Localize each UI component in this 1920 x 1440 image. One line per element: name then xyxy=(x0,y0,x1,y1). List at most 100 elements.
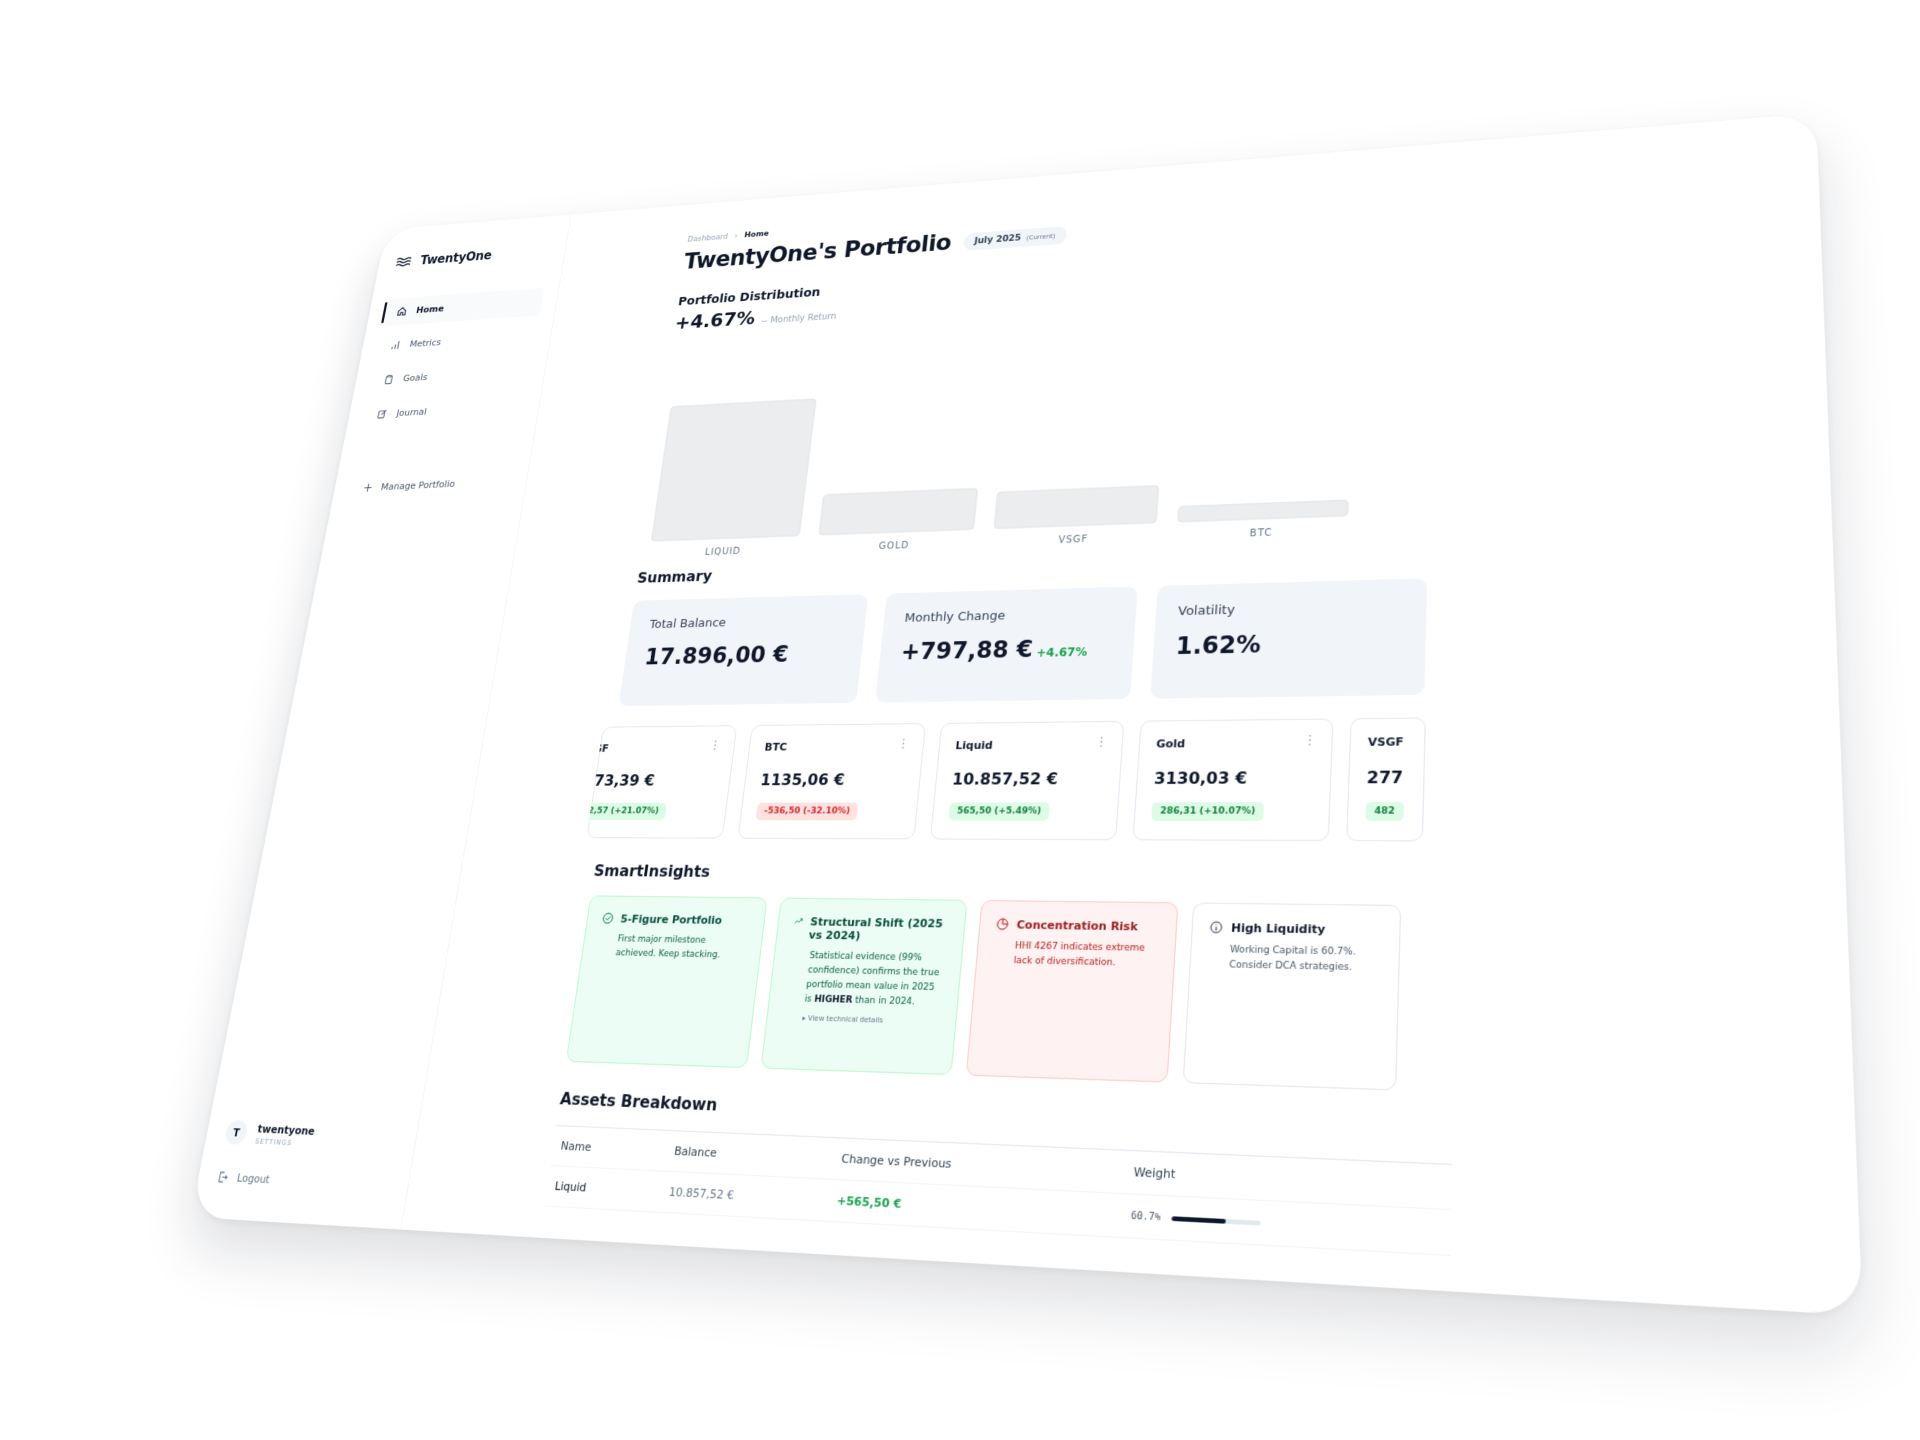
weight-bar-fill xyxy=(1171,1215,1226,1224)
view-details-toggle[interactable]: ▸ View technical details xyxy=(783,1013,940,1026)
edit-icon xyxy=(376,409,388,420)
trend-up-icon xyxy=(794,915,804,927)
row-name: Liquid xyxy=(553,1179,588,1195)
column-header[interactable]: Change vs Previous xyxy=(841,1152,1134,1180)
asset-card-liquid[interactable]: Liquid ⋮ 10.857,52 € 565,50 (+5.49%) xyxy=(929,720,1125,841)
insight-title: Concentration Risk xyxy=(1016,918,1139,934)
more-vertical-icon[interactable]: ⋮ xyxy=(708,739,722,753)
chart-tick-label: LIQUID xyxy=(704,546,741,558)
asset-change-badge: 286,31 (+10.07%) xyxy=(1151,802,1265,821)
insight-card-concentration: Concentration Risk HHI 4267 indicates ex… xyxy=(965,899,1179,1083)
row-change: +565,50 € xyxy=(836,1193,903,1212)
column-header[interactable]: Weight xyxy=(1133,1165,1461,1195)
main-content: Dashboard › Home TwentyOne's Portfolio J… xyxy=(401,113,1862,1316)
monthly-return-label: -- Monthly Return xyxy=(760,311,837,326)
pie-chart-icon xyxy=(996,918,1009,931)
plus-icon xyxy=(362,482,374,493)
bar-chart-icon xyxy=(389,340,401,351)
chart-bar-liquid[interactable] xyxy=(651,399,816,541)
user-settings[interactable]: T twentyone SETTINGS xyxy=(223,1119,402,1152)
user-settings-label: SETTINGS xyxy=(254,1136,293,1147)
asset-carousel[interactable]: VSGF 2773,39 € 482,57 (+21.07%) ⋮ BTC ⋮ … xyxy=(586,717,1467,842)
weight-bar xyxy=(1171,1215,1261,1225)
sidebar-item-label: Home xyxy=(415,303,445,316)
asset-change-badge: 482 xyxy=(1365,802,1404,822)
summary-cards: Total Balance 17.896,00 € Monthly Change… xyxy=(618,567,1838,707)
asset-name: BTC xyxy=(763,740,788,754)
sidebar-item-journal[interactable]: Journal xyxy=(363,392,526,429)
sidebar-item-goals[interactable]: Goals xyxy=(370,357,532,395)
waves-icon xyxy=(395,256,412,268)
logout-button[interactable]: Logout xyxy=(216,1170,392,1193)
summary-value-row: +797,88 € +4.67% xyxy=(900,634,1113,665)
insight-body: First major milestone achieved. Keep sta… xyxy=(614,934,721,961)
insight-body-strong: HIGHER xyxy=(813,994,853,1006)
insight-body: Statistical evidence (99% confidence) co… xyxy=(784,950,945,1012)
clipboard-icon xyxy=(383,374,395,385)
logout-label: Logout xyxy=(235,1171,271,1187)
chart-tick-label: BTC xyxy=(1249,527,1272,539)
insight-title: High Liquidity xyxy=(1230,921,1326,937)
asset-name: VSGF xyxy=(586,742,610,755)
chevron-right-icon: › xyxy=(734,232,739,241)
insight-body: HHI 4267 indicates extreme lack of diver… xyxy=(1013,941,1146,969)
asset-change-badge: 482,57 (+21.07%) xyxy=(586,802,668,821)
asset-card-vsgf-repeat[interactable]: VSGF 277 482 xyxy=(1346,717,1426,842)
monthly-return-value: +4.67% xyxy=(673,308,757,335)
total-balance-card: Total Balance 17.896,00 € xyxy=(618,594,869,707)
column-header[interactable]: Balance xyxy=(673,1144,842,1166)
chart-tick-label: VSGF xyxy=(1058,534,1088,546)
row-balance: 10.857,52 € xyxy=(668,1184,735,1203)
asset-name: Gold xyxy=(1155,737,1186,751)
sidebar-footer: T twentyone SETTINGS Logout xyxy=(216,1119,402,1193)
breadcrumb-dashboard[interactable]: Dashboard xyxy=(687,233,729,244)
asset-name: VSGF xyxy=(1367,735,1404,749)
user-name: twentyone xyxy=(256,1121,316,1138)
summary-value: +797,88 € xyxy=(899,635,1035,666)
more-vertical-icon[interactable]: ⋮ xyxy=(1303,733,1317,748)
more-vertical-icon[interactable]: ⋮ xyxy=(1094,735,1108,750)
sidebar-item-label: Goals xyxy=(402,371,429,384)
distribution-chart: LIQUID GOLD VSGF BTC xyxy=(640,357,1427,563)
insight-cards: 5-Figure Portfolio First major milestone… xyxy=(565,895,1855,1106)
period-sub: (Current) xyxy=(1026,232,1056,242)
sidebar-item-label: Journal xyxy=(395,406,428,419)
period-selector[interactable]: July 2025 (Current) xyxy=(962,225,1068,251)
chart-tick-label: GOLD xyxy=(878,540,909,552)
chart-bar-btc[interactable] xyxy=(1178,500,1348,522)
chart-bar-vsgf[interactable] xyxy=(994,486,1158,529)
assets-table: Name Balance Change vs Previous Weight L… xyxy=(544,1125,1453,1257)
asset-card-gold[interactable]: Gold ⋮ 3130,03 € 286,31 (+10.07%) xyxy=(1132,718,1334,842)
home-icon xyxy=(396,306,408,317)
asset-name: Liquid xyxy=(954,738,994,753)
app-window: TwentyOne Home Metrics Goals Journal Man… xyxy=(190,112,1863,1316)
summary-label: Volatility xyxy=(1177,603,1236,619)
summary-value: 1.62% xyxy=(1174,630,1262,660)
sidebar-item-label: Metrics xyxy=(408,337,442,350)
asset-card-vsgf[interactable]: VSGF 2773,39 € 482,57 (+21.07%) ⋮ xyxy=(586,725,738,839)
insight-card-milestone: 5-Figure Portfolio First major milestone… xyxy=(565,895,768,1069)
sidebar-item-home[interactable]: Home xyxy=(383,287,545,327)
more-vertical-icon[interactable]: ⋮ xyxy=(896,737,910,752)
insight-title: 5-Figure Portfolio xyxy=(619,912,723,927)
sidebar-item-metrics[interactable]: Metrics xyxy=(377,322,539,360)
asset-card-btc[interactable]: BTC ⋮ 1135,06 € -536,50 (-32.10%) xyxy=(737,723,926,840)
brand-name: TwentyOne xyxy=(419,248,493,268)
check-circle-icon xyxy=(602,912,615,924)
insight-card-structural-shift: Structural Shift (2025 vs 2024) Statisti… xyxy=(760,897,968,1076)
asset-value: 277 xyxy=(1366,767,1404,788)
column-header[interactable]: Name xyxy=(560,1139,675,1158)
summary-label: Total Balance xyxy=(648,616,727,632)
insight-body-post: than in 2024. xyxy=(851,995,916,1008)
insights-title: SmartInsights xyxy=(592,861,712,881)
row-weight: 60.7% xyxy=(1131,1210,1461,1239)
distribution-chart-svg: LIQUID GOLD VSGF BTC xyxy=(640,357,1427,558)
summary-pct: +4.67% xyxy=(1035,645,1088,660)
volatility-card: Volatility 1.62% xyxy=(1150,578,1428,699)
breadcrumb-current: Home xyxy=(743,229,770,240)
manage-portfolio-label: Manage Portfolio xyxy=(379,478,456,493)
brand[interactable]: TwentyOne xyxy=(395,244,552,270)
monthly-change-card: Monthly Change +797,88 € +4.67% xyxy=(875,586,1138,703)
chart-bar-gold[interactable] xyxy=(819,488,977,535)
summary-value: 17.896,00 € xyxy=(643,641,790,670)
